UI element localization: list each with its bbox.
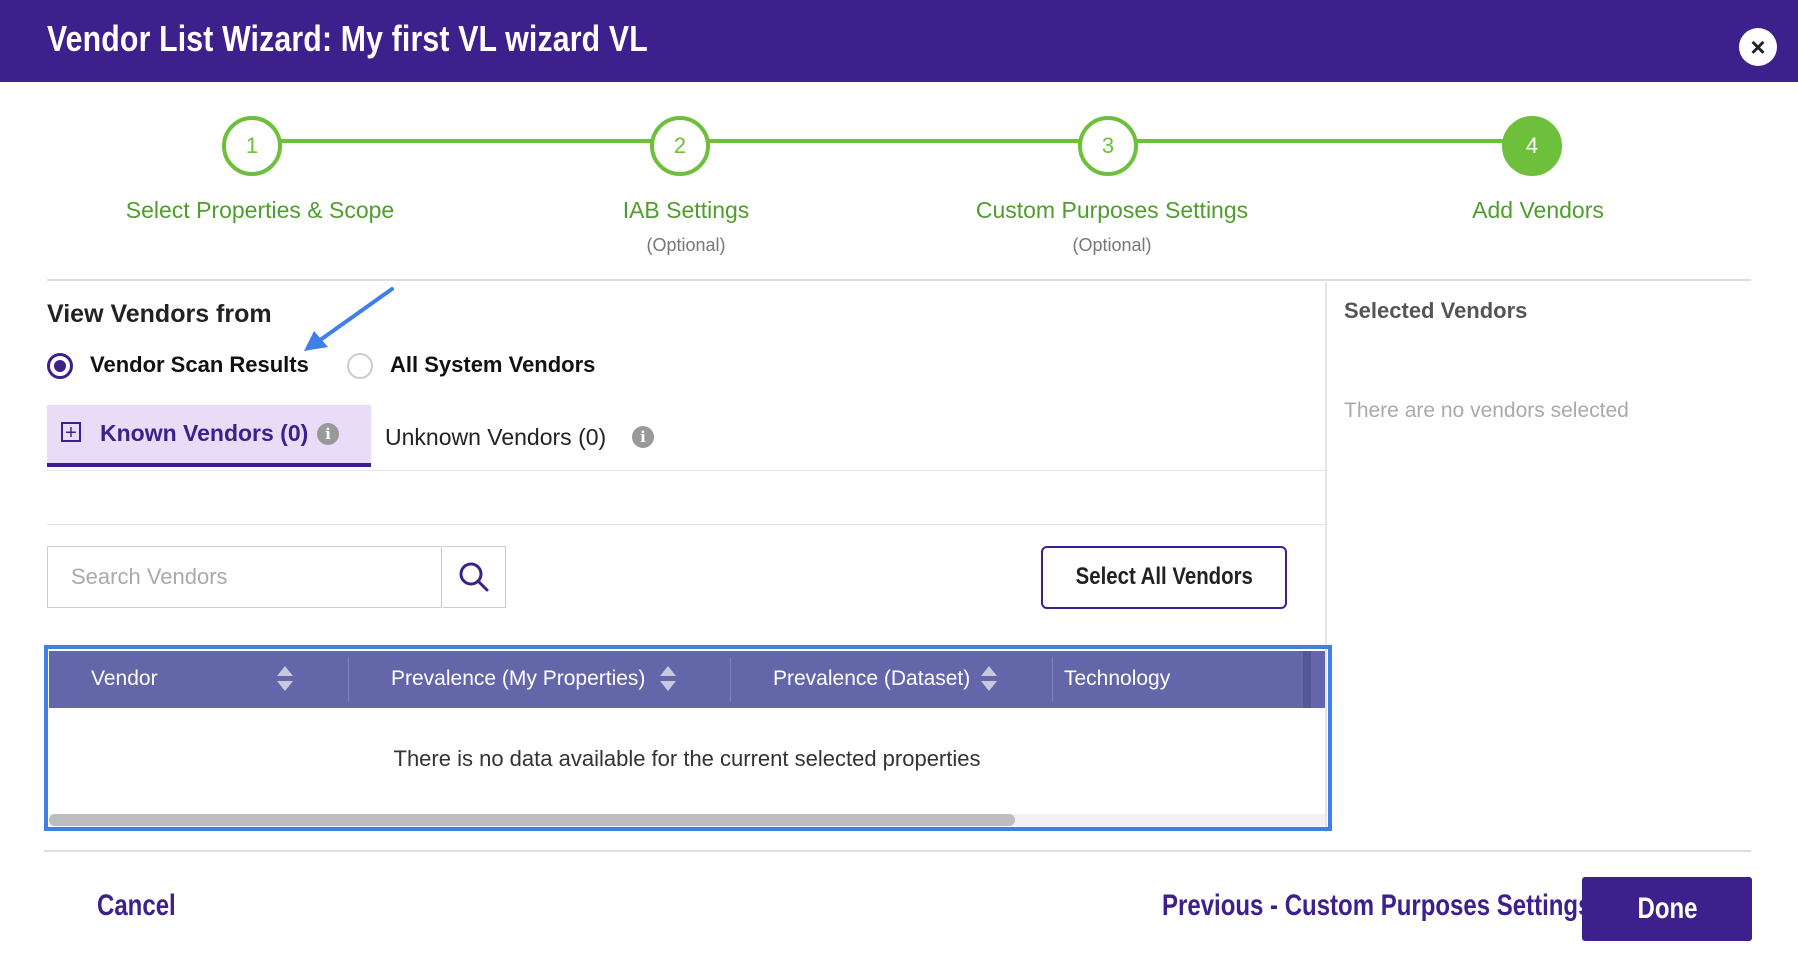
search-input[interactable]: Search Vendors bbox=[47, 546, 442, 608]
tab-unknown-vendors[interactable]: Unknown Vendors (0) bbox=[385, 424, 606, 451]
step-1-circle[interactable]: 1 bbox=[222, 116, 282, 176]
step-4-circle[interactable]: 4 bbox=[1502, 116, 1562, 176]
search-icon bbox=[459, 562, 489, 592]
select-all-vendors-button[interactable]: Select All Vendors bbox=[1041, 546, 1287, 609]
step-2-circle[interactable]: 2 bbox=[650, 116, 710, 176]
info-icon[interactable]: i bbox=[632, 426, 654, 448]
annotation-arrow bbox=[304, 287, 394, 351]
tabs-underline bbox=[47, 470, 1325, 471]
step-3-sublabel: (Optional) bbox=[1072, 235, 1152, 255]
radio-vendor-scan-results[interactable] bbox=[47, 353, 73, 379]
previous-button[interactable]: Previous - Custom Purposes Settings bbox=[1162, 889, 1591, 923]
radio-label-all-system-vendors[interactable]: All System Vendors bbox=[390, 352, 595, 378]
step-2-sublabel: (Optional) bbox=[646, 235, 726, 255]
tab-known-vendors[interactable]: + Known Vendors (0) i bbox=[47, 405, 371, 467]
radio-all-system-vendors[interactable] bbox=[347, 353, 373, 379]
step-connector bbox=[706, 139, 1082, 143]
table-highlight-box bbox=[44, 645, 1332, 831]
selected-vendors-empty: There are no vendors selected bbox=[1344, 399, 1629, 422]
step-connector bbox=[1134, 139, 1506, 143]
search-placeholder: Search Vendors bbox=[71, 564, 228, 589]
info-icon[interactable]: i bbox=[317, 423, 339, 445]
view-vendors-title: View Vendors from bbox=[47, 300, 272, 328]
done-button[interactable]: Done bbox=[1582, 877, 1752, 941]
radio-label-vendor-scan-results[interactable]: Vendor Scan Results bbox=[90, 352, 309, 378]
step-4-label: Add Vendors bbox=[1472, 197, 1604, 223]
selected-vendors-title: Selected Vendors bbox=[1344, 298, 1528, 323]
tab-known-vendors-label: Known Vendors (0) bbox=[100, 420, 309, 446]
step-2-label: IAB Settings bbox=[622, 197, 750, 223]
expand-icon[interactable]: + bbox=[61, 422, 81, 443]
cancel-button[interactable]: Cancel bbox=[97, 889, 176, 923]
step-3-label: Custom Purposes Settings bbox=[975, 197, 1249, 223]
search-button[interactable] bbox=[443, 546, 506, 608]
divider bbox=[47, 279, 1751, 281]
footer-divider bbox=[44, 850, 1751, 852]
step-1-label: Select Properties & Scope bbox=[125, 197, 395, 223]
step-connector bbox=[278, 139, 654, 143]
title-bar: Vendor List Wizard: My first VL wizard V… bbox=[0, 0, 1798, 82]
wizard-title: Vendor List Wizard: My first VL wizard V… bbox=[47, 18, 648, 59]
divider bbox=[47, 524, 1325, 525]
step-3-circle[interactable]: 3 bbox=[1078, 116, 1138, 176]
close-icon[interactable]: × bbox=[1739, 28, 1777, 66]
